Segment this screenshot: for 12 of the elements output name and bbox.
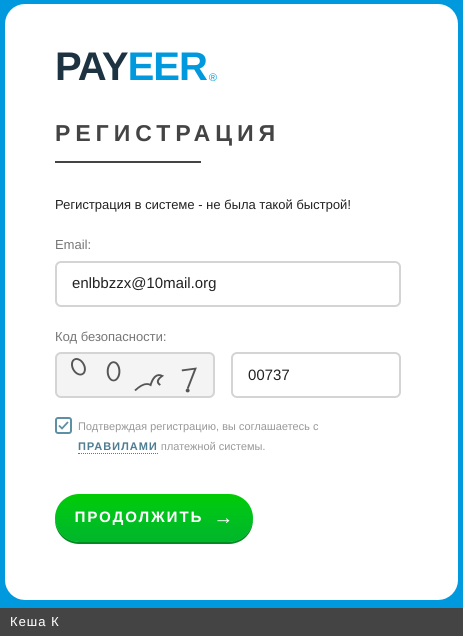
checkmark-icon [58,421,69,430]
email-label: Email: [55,236,92,254]
email-field[interactable]: enlbbzzx@10mail.org [55,260,401,306]
security-code-label: Код безопасности: [55,328,167,346]
agreement-checkbox[interactable] [55,417,72,434]
security-code-field[interactable]: 00737 [231,352,401,398]
intro-text: Регистрация в системе - не была такой быстрой! [55,197,352,212]
rules-link[interactable]: ПРАВИЛАМИ [78,441,158,454]
agreement-text: Подтверждая регистрацию, вы соглашаетесь с ПРАВИЛАМИ платежной системы. [78,420,320,456]
page-heading: РЕГИСТРАЦИЯ [55,119,280,147]
logo: PAYEER® [55,47,216,87]
user-name: Кеша К [10,613,60,632]
